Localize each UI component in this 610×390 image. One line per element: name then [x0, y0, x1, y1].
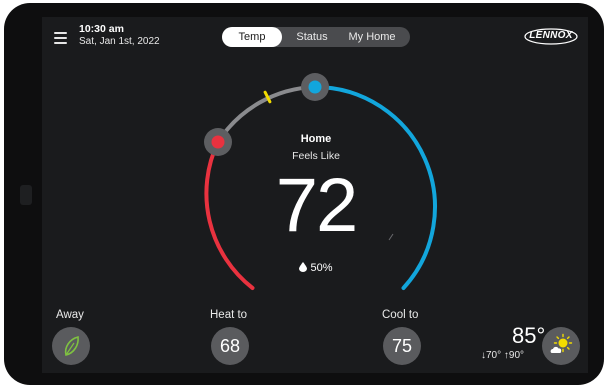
mode-label: Home: [300, 133, 332, 145]
away-button[interactable]: [52, 327, 90, 365]
device-side-button: [20, 185, 32, 205]
heat-setpoint-knob[interactable]: [204, 128, 232, 156]
partly-sunny-icon: [550, 333, 573, 353]
cool-to-label: Cool to: [382, 309, 419, 321]
humidity-value: 50%: [310, 262, 333, 274]
cool-setpoint-knob[interactable]: [301, 73, 329, 101]
thermostat-screen: 10:30 am Sat, Jan 1st, 2022 Temp Status …: [42, 17, 588, 373]
heat-to-label: Heat to: [210, 309, 248, 321]
outdoor-range: ↓70° ↑90°: [481, 350, 524, 361]
thermostat-device: 10:30 am Sat, Jan 1st, 2022 Temp Status …: [4, 3, 604, 385]
current-temperature: 72: [275, 163, 359, 248]
away-label: Away: [56, 309, 84, 321]
droplet-icon: [299, 262, 308, 272]
outdoor-low: ↓70°: [481, 350, 502, 361]
outdoor-high: ↑90°: [503, 350, 525, 361]
outdoor-temperature: 85°: [512, 323, 546, 348]
heat-setpoint-button[interactable]: 68: [211, 327, 249, 365]
cool-setpoint-button[interactable]: 75: [383, 327, 421, 365]
weather-button[interactable]: [542, 327, 580, 365]
leaf-icon: [64, 336, 79, 356]
dial-tick: [388, 233, 394, 241]
humidity-readout: 50%: [266, 262, 366, 274]
feels-like-label: Feels Like: [292, 150, 340, 162]
